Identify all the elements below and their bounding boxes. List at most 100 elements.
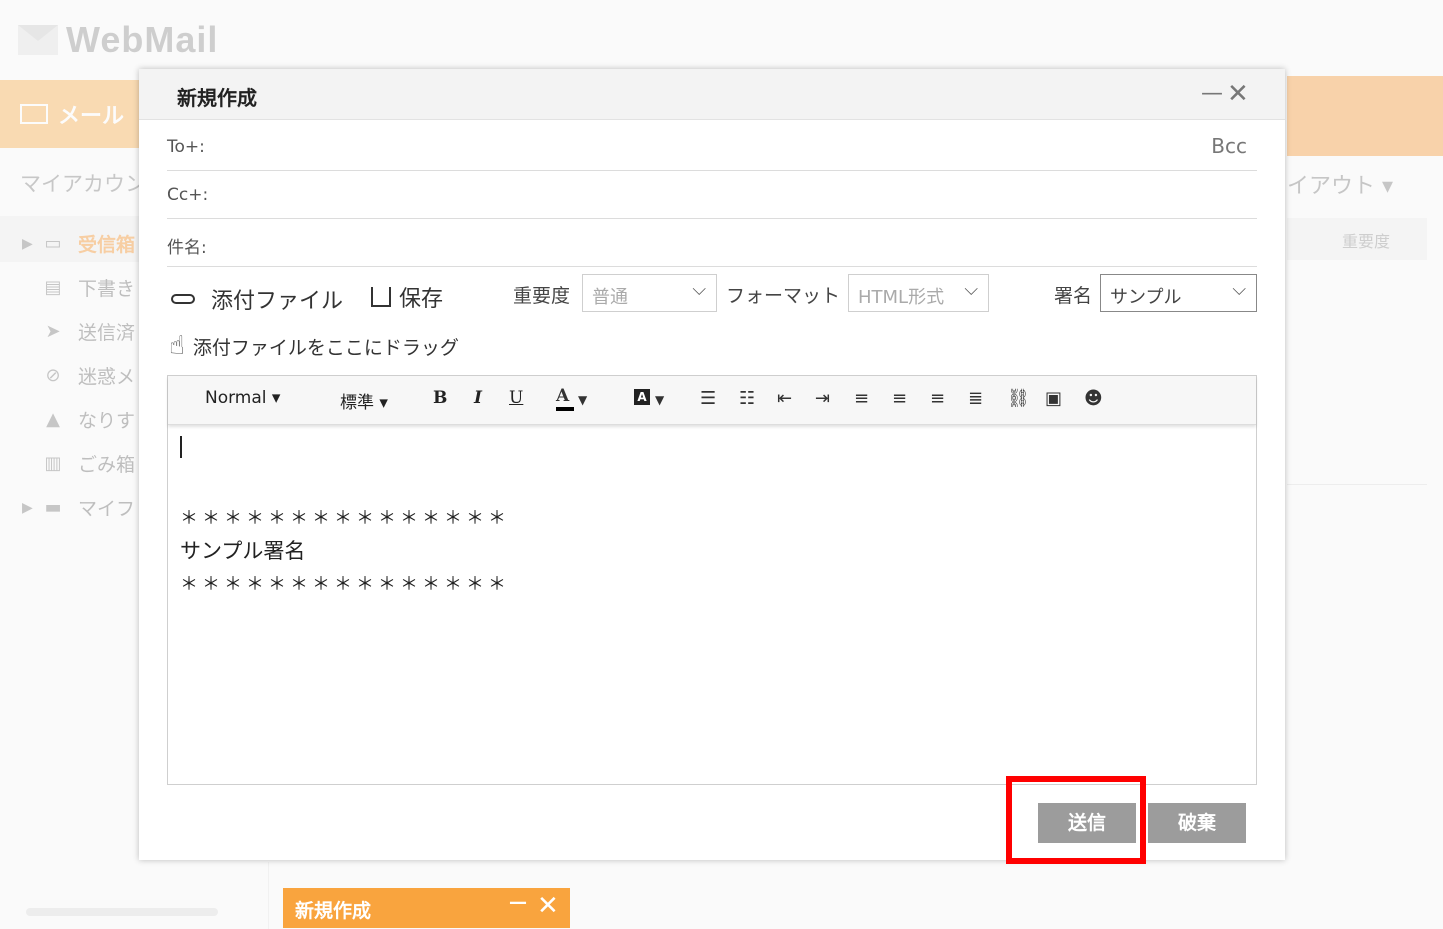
minimized-title: 新規作成: [295, 900, 372, 922]
list-header: 重要度: [1287, 218, 1427, 260]
envelope-icon: [18, 25, 58, 55]
minimize-icon[interactable]: —: [1201, 81, 1223, 106]
layout-dropdown[interactable]: イアウト ▾: [1287, 168, 1393, 200]
drag-hint: 添付ファイルをここにドラッグ: [192, 336, 459, 359]
signature-line: ＊＊＊＊＊＊＊＊＊＊＊＊＊＊＊: [180, 574, 510, 595]
link-icon[interactable]: ⛓: [1007, 388, 1030, 409]
caret-down-icon[interactable]: ▼: [578, 393, 587, 407]
to-label[interactable]: To+:: [167, 137, 205, 157]
chevron-down-icon: ⌵: [1232, 279, 1246, 300]
chevron-down-icon: ⌵: [964, 279, 978, 300]
format-select[interactable]: HTML形式 ⌵: [848, 274, 989, 312]
bcc-link[interactable]: Bcc: [1211, 134, 1247, 158]
drag-drop-zone[interactable]: ☝ 添付ファイルをここにドラッグ: [169, 326, 459, 366]
caret-down-icon[interactable]: ▼: [655, 393, 664, 407]
highlight-color-button[interactable]: A: [634, 389, 650, 405]
divider: [268, 862, 269, 929]
my-account-label[interactable]: マイアカウン: [20, 168, 146, 198]
save-icon: [371, 287, 391, 307]
attach-file-button[interactable]: 添付ファイル: [171, 283, 343, 315]
indent-icon[interactable]: ⇥: [815, 388, 830, 409]
justify-icon[interactable]: ≣: [968, 388, 983, 409]
inbox-icon: ▭: [44, 232, 62, 254]
right-header-bar: [1287, 76, 1443, 156]
align-right-icon[interactable]: ≡: [930, 388, 945, 409]
sidebar-item-spam[interactable]: ⊘ 迷惑メ: [42, 362, 135, 389]
editor-toolbar: Normal ▾ 標準 ▾ B I U A ▼ A ▼ ☰ ☷ ⇤ ⇥ ≡ ≡ …: [168, 376, 1256, 425]
subject-label: 件名:: [167, 238, 207, 258]
importance-select[interactable]: 普通 ⌵: [582, 274, 717, 312]
italic-button[interactable]: I: [474, 388, 482, 408]
format-label: フォーマット: [726, 285, 841, 307]
mail-icon: [20, 104, 48, 124]
warning-icon: ▲: [46, 408, 60, 430]
logo-text: WebMail: [66, 19, 219, 60]
spam-icon: ⊘: [45, 364, 61, 386]
cc-label[interactable]: Cc+:: [167, 185, 208, 205]
importance-column-header[interactable]: 重要度: [1342, 228, 1390, 252]
sidebar-item-inbox[interactable]: ▶ ▭ 受信箱: [22, 230, 135, 257]
signature-select[interactable]: サンプル ⌵: [1100, 274, 1257, 312]
compose-dialog: 新規作成 — ✕ To+: Bcc Cc+: 件名: 添付ファイル 保存 重要度…: [139, 69, 1285, 860]
sidebar-item-spoof[interactable]: ▲ なりす: [42, 406, 135, 433]
folder-icon: ▬: [44, 496, 62, 518]
dialog-title: 新規作成: [177, 86, 257, 110]
signature-label: 署名: [1054, 285, 1093, 307]
discard-button[interactable]: 破棄: [1148, 803, 1246, 843]
divider: [1287, 484, 1427, 485]
send-icon: ➤: [45, 320, 61, 342]
dialog-header: 新規作成 — ✕: [139, 69, 1285, 120]
save-button[interactable]: 保存: [371, 281, 443, 313]
sidebar-item-trash[interactable]: ▥ ごみ箱: [42, 450, 135, 477]
emoji-icon[interactable]: ☻: [1084, 388, 1103, 409]
sidebar-item-label: なりす: [78, 410, 136, 432]
signature-value: サンプル: [1110, 287, 1182, 308]
underline-button[interactable]: U: [509, 388, 523, 408]
sidebar-item-drafts[interactable]: ▤ 下書き: [42, 274, 135, 301]
color-swatch: [556, 407, 574, 411]
expand-icon[interactable]: ▶: [22, 236, 36, 252]
sidebar-item-my-folder[interactable]: ▶ ▬ マイフ: [22, 494, 135, 521]
cc-field[interactable]: Cc+:: [167, 170, 1257, 219]
font-color-icon: A: [556, 386, 570, 406]
numbered-list-icon[interactable]: ☷: [739, 388, 755, 409]
paragraph-style-dropdown[interactable]: Normal ▾: [205, 388, 280, 408]
subject-field[interactable]: 件名:: [167, 218, 1257, 267]
highlight-box: [1006, 776, 1146, 864]
bold-button[interactable]: B: [433, 388, 447, 408]
font-size-dropdown[interactable]: 標準 ▾: [340, 388, 388, 413]
chevron-down-icon: ⌵: [692, 279, 706, 300]
mail-tab[interactable]: メール: [0, 80, 140, 148]
rich-text-editor[interactable]: Normal ▾ 標準 ▾ B I U A ▼ A ▼ ☰ ☷ ⇤ ⇥ ≡ ≡ …: [167, 375, 1257, 785]
signature-line: ＊＊＊＊＊＊＊＊＊＊＊＊＊＊＊: [180, 508, 510, 529]
to-field[interactable]: To+: Bcc: [167, 122, 1257, 171]
attach-label: 添付ファイル: [211, 289, 344, 314]
sidebar-item-label: 下書き: [78, 278, 136, 300]
font-color-button[interactable]: A: [556, 386, 574, 411]
outdent-icon[interactable]: ⇤: [777, 388, 792, 409]
bullet-list-icon[interactable]: ☰: [700, 388, 716, 409]
sidebar-item-label: 迷惑メ: [78, 366, 136, 388]
close-icon[interactable]: ✕: [1227, 81, 1249, 107]
hand-drag-icon: ☝: [169, 331, 185, 361]
align-center-icon[interactable]: ≡: [892, 388, 907, 409]
close-icon[interactable]: ✕: [537, 892, 559, 920]
importance-value: 普通: [592, 287, 628, 308]
sidebar-item-sent[interactable]: ➤ 送信済: [42, 318, 135, 345]
app-logo: WebMail: [18, 18, 218, 62]
options-row: 添付ファイル 保存 重要度 普通 ⌵ フォーマット HTML形式 ⌵ 署名 サン…: [167, 269, 1257, 321]
editor-body[interactable]: ＊＊＊＊＊＊＊＊＊＊＊＊＊＊＊ サンプル署名 ＊＊＊＊＊＊＊＊＊＊＊＊＊＊＊: [180, 436, 510, 601]
paperclip-icon: [171, 294, 195, 304]
trash-icon: ▥: [44, 452, 62, 474]
sidebar-item-label: マイフ: [78, 498, 136, 520]
align-left-icon[interactable]: ≡: [854, 388, 869, 409]
minimized-compose-tab[interactable]: 新規作成 — ✕: [283, 888, 570, 928]
save-label: 保存: [399, 287, 444, 312]
sidebar-item-label: ごみ箱: [78, 454, 136, 476]
sidebar-item-label: 受信箱: [78, 234, 136, 256]
expand-icon[interactable]: ▶: [22, 500, 36, 516]
horizontal-scrollbar[interactable]: [26, 908, 218, 916]
minimize-icon[interactable]: —: [509, 892, 527, 913]
signature-text: サンプル署名: [180, 539, 306, 563]
image-icon[interactable]: ▣: [1045, 388, 1062, 409]
